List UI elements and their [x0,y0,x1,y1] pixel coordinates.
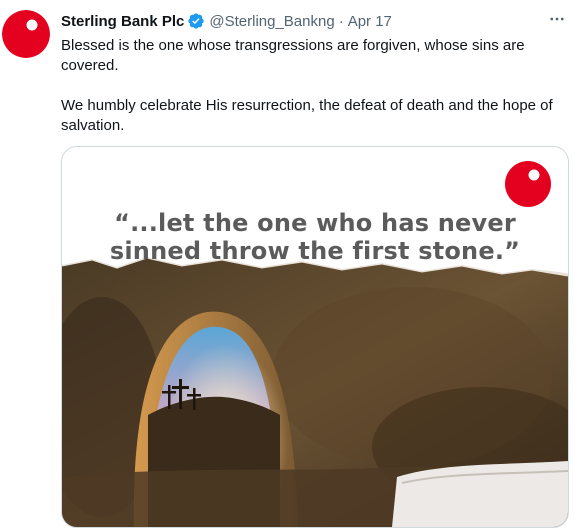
tweet-paragraph: We humbly celebrate His resurrection, th… [61,97,553,134]
tweet-header: Sterling Bank Plc @Sterling_Bankng · Apr… [61,11,392,31]
sterling-logo-icon [2,10,50,58]
quote-line: “...let the one who has never [114,209,516,237]
tweet-date[interactable]: Apr 17 [348,13,392,30]
tweet-media-image[interactable]: “...let the one who has never sinned thr… [61,146,569,528]
header-separator: · [338,12,344,30]
more-options-icon[interactable] [546,8,568,30]
tweet-paragraph: Blessed is the one whose transgressions … [61,37,525,74]
tweet-card[interactable]: Sterling Bank Plc @Sterling_Bankng · Apr… [0,0,578,528]
tweet-text: Blessed is the one whose transgressions … [61,36,561,136]
avatar[interactable] [2,10,50,58]
tomb-illustration [62,147,568,527]
media-quote: “...let the one who has never sinned thr… [62,209,568,265]
sterling-logo-icon [505,161,551,207]
author-name[interactable]: Sterling Bank Plc [61,13,184,30]
verified-badge-icon [187,12,205,30]
quote-line: sinned throw the first stone.” [109,237,521,265]
author-handle[interactable]: @Sterling_Bankng [209,13,334,30]
